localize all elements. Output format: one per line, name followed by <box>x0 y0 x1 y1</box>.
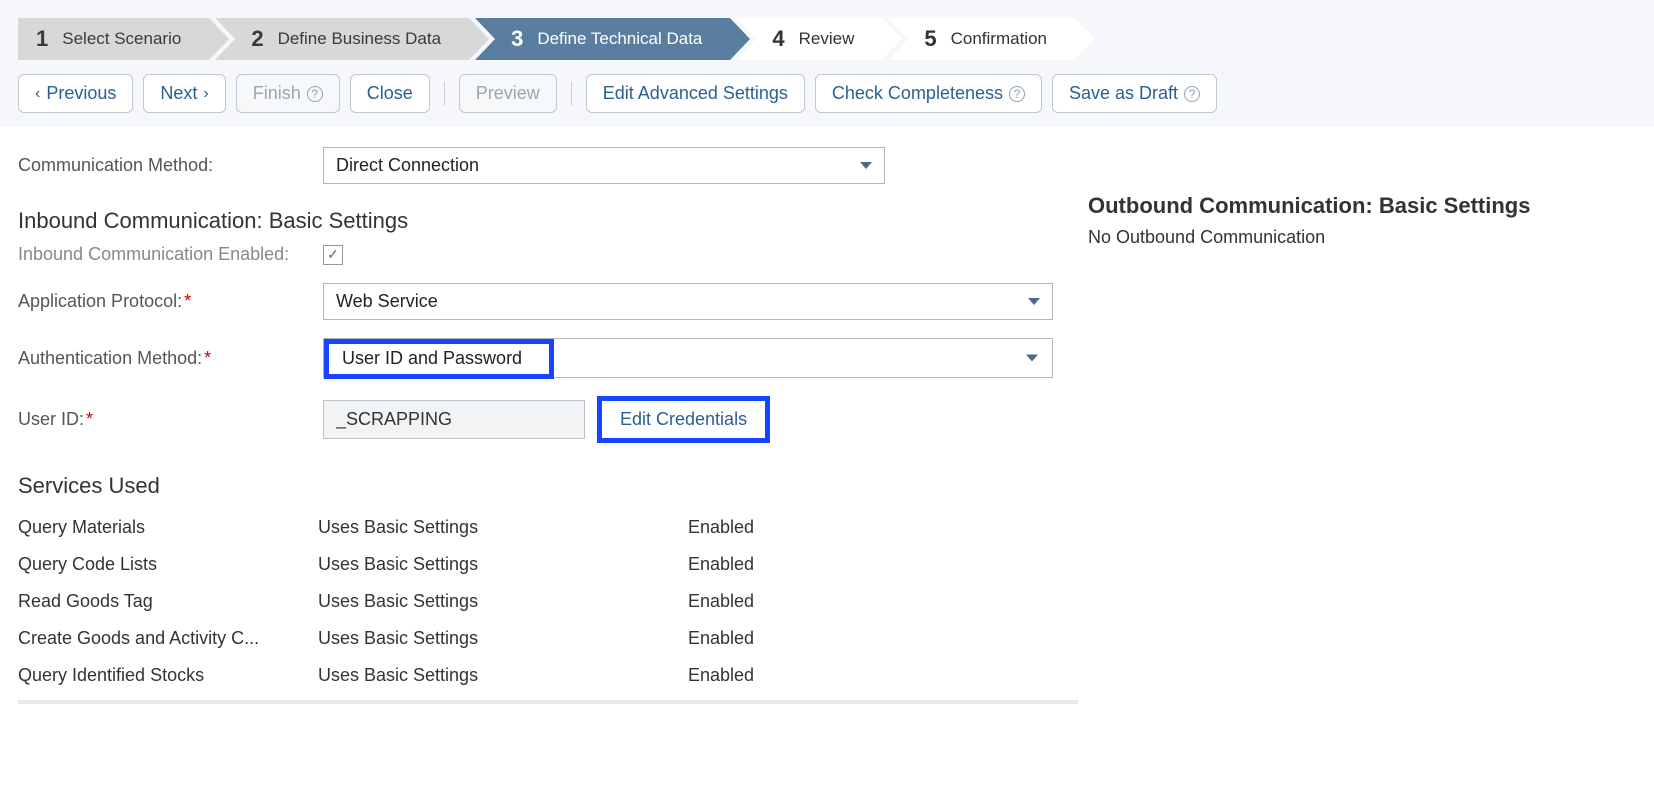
highlight-box <box>324 339 554 379</box>
service-name: Query Materials <box>18 517 318 538</box>
wizard-step-3[interactable]: 3 Define Technical Data <box>475 18 730 60</box>
step-number: 3 <box>511 26 523 52</box>
previous-label: Previous <box>46 83 116 104</box>
service-setting: Uses Basic Settings <box>318 665 688 686</box>
required-asterisk: * <box>86 409 93 429</box>
step-number: 2 <box>251 26 263 52</box>
previous-button[interactable]: ‹ Previous <box>18 74 133 113</box>
service-setting: Uses Basic Settings <box>318 554 688 575</box>
table-row: Query Identified Stocks Uses Basic Setti… <box>18 657 1078 694</box>
service-status: Enabled <box>688 591 1078 612</box>
service-name: Read Goods Tag <box>18 591 318 612</box>
communication-method-select[interactable]: Direct Connection <box>323 147 885 184</box>
inbound-enabled-label: Inbound Communication Enabled: <box>18 244 323 265</box>
check-completeness-button[interactable]: Check Completeness <box>815 74 1042 113</box>
user-id-input[interactable] <box>323 400 585 439</box>
toolbar: ‹ Previous Next › Finish Close Preview E… <box>0 70 1654 127</box>
service-setting: Uses Basic Settings <box>318 628 688 649</box>
service-setting: Uses Basic Settings <box>318 517 688 538</box>
table-row: Query Materials Uses Basic Settings Enab… <box>18 509 1078 546</box>
application-protocol-select[interactable]: Web Service <box>323 283 1053 320</box>
wizard-step-5[interactable]: 5 Confirmation <box>888 18 1075 60</box>
inbound-enabled-checkbox[interactable]: ✓ <box>323 245 343 265</box>
close-button[interactable]: Close <box>350 74 430 113</box>
next-button[interactable]: Next › <box>143 74 225 113</box>
service-status: Enabled <box>688 554 1078 575</box>
edit-advanced-settings-button[interactable]: Edit Advanced Settings <box>586 74 805 113</box>
step-number: 5 <box>924 26 936 52</box>
authentication-method-label: Authentication Method:* <box>18 348 323 369</box>
service-status: Enabled <box>688 665 1078 686</box>
step-label: Select Scenario <box>62 29 181 49</box>
edit-advanced-label: Edit Advanced Settings <box>603 83 788 104</box>
required-asterisk: * <box>184 291 191 311</box>
wizard-step-1[interactable]: 1 Select Scenario <box>18 18 209 60</box>
edit-credentials-label: Edit Credentials <box>620 409 747 429</box>
application-protocol-label: Application Protocol:* <box>18 291 323 312</box>
toolbar-separator <box>571 82 572 106</box>
next-label: Next <box>160 83 197 104</box>
chevron-right-icon: › <box>203 85 208 103</box>
communication-method-label: Communication Method: <box>18 155 323 176</box>
inbound-heading: Inbound Communication: Basic Settings <box>18 208 1078 234</box>
chevron-left-icon: ‹ <box>35 85 40 103</box>
user-id-label: User ID:* <box>18 409 323 430</box>
wizard-step-2[interactable]: 2 Define Business Data <box>215 18 469 60</box>
help-icon <box>1009 86 1025 102</box>
authentication-method-select[interactable]: User ID and Password <box>323 338 1053 378</box>
table-row: Read Goods Tag Uses Basic Settings Enabl… <box>18 583 1078 620</box>
application-protocol-value: Web Service <box>336 291 438 312</box>
service-name: Create Goods and Activity C... <box>18 628 318 649</box>
edit-credentials-button[interactable]: Edit Credentials <box>597 396 770 443</box>
services-table: Query Materials Uses Basic Settings Enab… <box>18 509 1078 704</box>
step-label: Review <box>799 29 855 49</box>
outbound-text: No Outbound Communication <box>1088 227 1636 248</box>
toolbar-separator <box>444 82 445 106</box>
preview-button: Preview <box>459 74 557 113</box>
outbound-heading: Outbound Communication: Basic Settings <box>1088 193 1636 219</box>
check-completeness-label: Check Completeness <box>832 83 1003 104</box>
help-icon <box>1184 86 1200 102</box>
check-icon: ✓ <box>327 246 339 263</box>
step-number: 1 <box>36 26 48 52</box>
step-number: 4 <box>772 26 784 52</box>
wizard-steps: 1 Select Scenario 2 Define Business Data… <box>0 0 1654 70</box>
service-name: Query Identified Stocks <box>18 665 318 686</box>
service-status: Enabled <box>688 517 1078 538</box>
step-label: Define Business Data <box>278 29 441 49</box>
preview-label: Preview <box>476 83 540 104</box>
table-row: Create Goods and Activity C... Uses Basi… <box>18 620 1078 657</box>
table-row: Query Code Lists Uses Basic Settings Ena… <box>18 546 1078 583</box>
finish-label: Finish <box>253 83 301 104</box>
save-draft-label: Save as Draft <box>1069 83 1178 104</box>
save-as-draft-button[interactable]: Save as Draft <box>1052 74 1217 113</box>
close-label: Close <box>367 83 413 104</box>
step-label: Confirmation <box>951 29 1047 49</box>
divider <box>18 700 1078 704</box>
chevron-down-icon <box>1028 298 1040 305</box>
chevron-down-icon <box>1026 355 1038 362</box>
communication-method-value: Direct Connection <box>336 155 479 176</box>
service-setting: Uses Basic Settings <box>318 591 688 612</box>
required-asterisk: * <box>204 348 211 368</box>
services-used-heading: Services Used <box>18 473 1078 499</box>
finish-button: Finish <box>236 74 340 113</box>
wizard-step-4[interactable]: 4 Review <box>736 18 882 60</box>
step-label: Define Technical Data <box>537 29 702 49</box>
service-status: Enabled <box>688 628 1078 649</box>
service-name: Query Code Lists <box>18 554 318 575</box>
help-icon <box>307 86 323 102</box>
chevron-down-icon <box>860 162 872 169</box>
